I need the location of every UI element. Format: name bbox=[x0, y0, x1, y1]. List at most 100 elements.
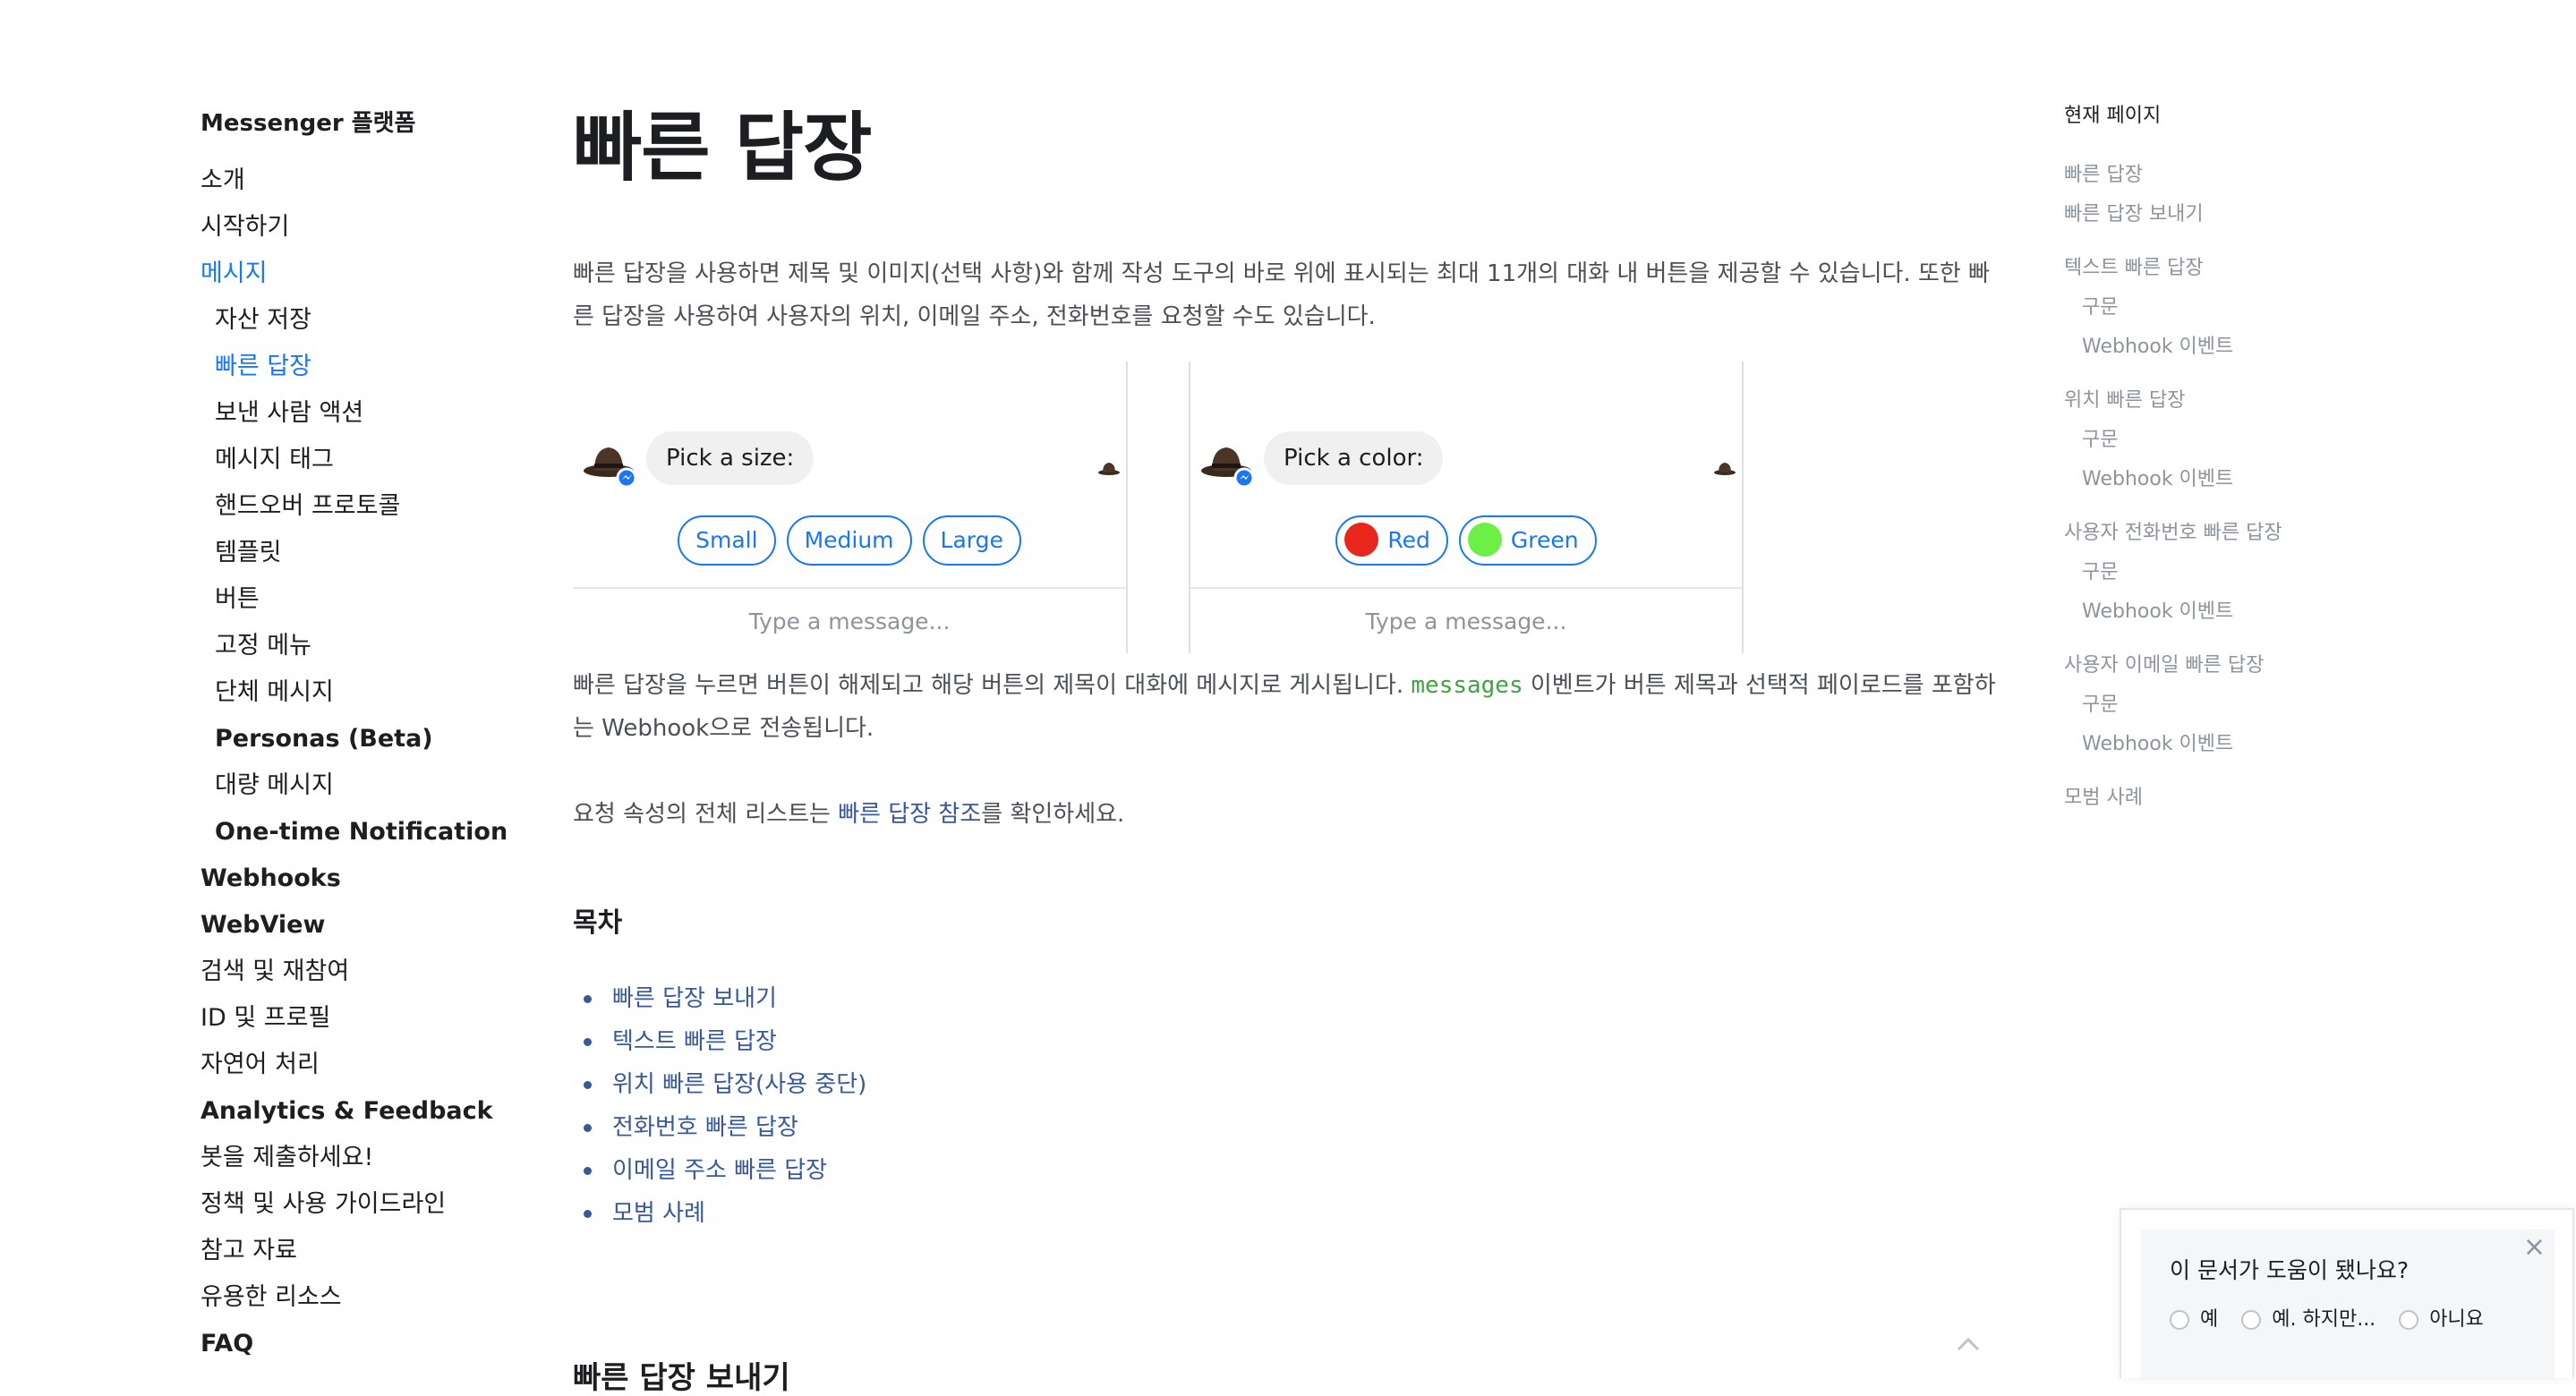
quick-replies-row: Red Green bbox=[1190, 515, 1742, 566]
sidebar-item[interactable]: 메시지 bbox=[200, 251, 550, 297]
sidebar-item[interactable]: 유용한 리소스 bbox=[200, 1274, 550, 1321]
bot-message-bubble: Pick a color: bbox=[1264, 431, 1444, 485]
bot-avatar-hat-icon bbox=[584, 447, 637, 489]
toc-item-link[interactable]: 이메일 주소 빠른 답장 bbox=[584, 1149, 2005, 1192]
sidebar-item[interactable]: FAQ bbox=[200, 1321, 550, 1367]
page-title: 빠른 답장 bbox=[573, 104, 872, 192]
quick-reply-reference-link[interactable]: 빠른 답장 참조 bbox=[838, 801, 981, 828]
sidebar-item[interactable]: 대량 메시지 bbox=[200, 762, 550, 809]
toc-title: 목차 bbox=[573, 907, 623, 939]
left-sidebar: Messenger 플랫폼 소개 시작하기 메시지 자산 저장 빠른 답장 보낸 사람 액… bbox=[200, 106, 550, 1367]
sidebar-item[interactable]: 정책 및 사용 가이드라인 bbox=[200, 1181, 550, 1228]
on-this-page-nav: 현재 페이지 빠른 답장 빠른 답장 보내기 텍스트 빠른 답장 구문 Webhook … bbox=[2064, 100, 2422, 818]
messages-code: messages bbox=[1411, 672, 1523, 699]
feedback-panel: × 이 문서가 도움이 됐나요? 예 예. 하지만... 아니요 bbox=[2141, 1230, 2555, 1380]
sidebar-item[interactable]: 빠른 답장 bbox=[200, 344, 550, 390]
on-this-page-item[interactable]: 빠른 답장 보내기 bbox=[2064, 195, 2422, 234]
feedback-widget: × 이 문서가 도움이 됐나요? 예 예. 하지만... 아니요 bbox=[2120, 1208, 2574, 1380]
demo-pick-size: Pick a size: Small Medium Large Type a mes… bbox=[573, 362, 1128, 653]
radio-button[interactable] bbox=[2399, 1310, 2419, 1330]
toc-item-link[interactable]: 전화번호 빠른 답장 bbox=[584, 1106, 2005, 1149]
color-swatch-icon bbox=[1467, 523, 1502, 557]
quick-reply-button[interactable]: Large bbox=[922, 515, 1021, 566]
on-this-page-item[interactable]: 구문 bbox=[2064, 685, 2422, 725]
after-demo-content: 빠른 답장을 누르면 버튼이 해제되고 해당 버튼의 제목이 대화에 메시지로 … bbox=[573, 664, 2005, 1235]
sidebar-item[interactable]: 자산 저장 bbox=[200, 297, 550, 344]
on-this-page-item[interactable]: Webhook 이벤트 bbox=[2064, 460, 2422, 499]
text-span: 를 확인하세요. bbox=[981, 801, 1125, 828]
on-this-page-list: 빠른 답장 빠른 답장 보내기 텍스트 빠른 답장 구문 Webhook 이벤트 위치 빠… bbox=[2064, 156, 2422, 818]
on-this-page-item[interactable]: 사용자 이메일 빠른 답장 bbox=[2064, 646, 2422, 685]
composer-input[interactable]: Type a message... bbox=[1190, 587, 1742, 655]
quick-reply-demos: Pick a size: Small Medium Large Type a mes… bbox=[573, 362, 1754, 653]
on-this-page-item[interactable]: Webhook 이벤트 bbox=[2064, 328, 2422, 367]
quick-reply-behavior-paragraph: 빠른 답장을 누르면 버튼이 해제되고 해당 버튼의 제목이 대화에 메시지로 … bbox=[573, 664, 2005, 750]
quick-reply-button[interactable]: Medium bbox=[786, 515, 912, 566]
quick-reply-label: Large bbox=[940, 527, 1003, 553]
quick-replies-row: Small Medium Large bbox=[573, 515, 1126, 566]
sidebar-item[interactable]: 핸드오버 프로토콜 bbox=[200, 483, 550, 530]
sidebar-item[interactable]: 자연어 처리 bbox=[200, 1042, 550, 1088]
intro-paragraph: 빠른 답장을 사용하면 제목 및 이미지(선택 사항)와 함께 작성 도구의 바… bbox=[573, 260, 1990, 330]
sidebar-item[interactable]: 단체 메시지 bbox=[200, 669, 550, 716]
quick-reply-button[interactable]: Red bbox=[1335, 515, 1448, 566]
chevron-up-icon[interactable] bbox=[1955, 1333, 1982, 1355]
sidebar-item[interactable]: 메시지 태그 bbox=[200, 437, 550, 483]
on-this-page-item[interactable]: 텍스트 빠른 답장 bbox=[2064, 249, 2422, 288]
sidebar-item[interactable]: 버튼 bbox=[200, 576, 550, 623]
feedback-option-label: 예 bbox=[2200, 1308, 2219, 1331]
feedback-question: 이 문서가 도움이 됐나요? bbox=[2170, 1257, 2410, 1283]
on-this-page-heading: 현재 페이지 bbox=[2064, 105, 2162, 127]
on-this-page-item[interactable]: 모범 사례 bbox=[2064, 779, 2422, 818]
on-this-page-item[interactable]: Webhook 이벤트 bbox=[2064, 592, 2422, 632]
toc-item-link[interactable]: 모범 사례 bbox=[584, 1192, 2005, 1235]
quick-reply-button[interactable]: Green bbox=[1458, 515, 1597, 566]
sidebar-item[interactable]: Personas (Beta) bbox=[200, 716, 550, 762]
radio-button[interactable] bbox=[2241, 1310, 2262, 1330]
quick-reply-label: Red bbox=[1387, 527, 1430, 553]
seen-hat-icon bbox=[1098, 463, 1120, 475]
on-this-page-item[interactable]: 구문 bbox=[2064, 288, 2422, 328]
on-this-page-item[interactable]: 사용자 전화번호 빠른 답장 bbox=[2064, 514, 2422, 553]
sidebar-item[interactable]: One-time Notification bbox=[200, 809, 550, 855]
quick-reply-button[interactable]: Small bbox=[678, 515, 776, 566]
feedback-options: 예 예. 하지만... 아니요 bbox=[2170, 1303, 2507, 1332]
main-content: 빠른 답장 빠른 답장을 사용하면 제목 및 이미지(선택 사항)와 함께 작성… bbox=[573, 89, 2005, 338]
color-swatch-icon bbox=[1344, 523, 1379, 557]
sidebar-item[interactable]: 봇을 제출하세요! bbox=[200, 1135, 550, 1181]
sidebar-item[interactable]: 시작하기 bbox=[200, 204, 550, 251]
on-this-page-item[interactable]: 위치 빠른 답장 bbox=[2064, 381, 2422, 421]
radio-button[interactable] bbox=[2170, 1310, 2189, 1330]
sidebar-item[interactable]: ID 및 프로필 bbox=[200, 995, 550, 1042]
feedback-option[interactable]: 예. 하지만... bbox=[2241, 1303, 2376, 1332]
toc-item-link[interactable]: 텍스트 빠른 답장 bbox=[584, 1020, 2005, 1063]
sidebar-heading[interactable]: Messenger 플랫폼 bbox=[200, 106, 550, 141]
on-this-page-item[interactable]: 구문 bbox=[2064, 421, 2422, 460]
sidebar-item[interactable]: 참고 자료 bbox=[200, 1228, 550, 1274]
quick-reply-label: Green bbox=[1510, 527, 1579, 553]
sidebar-item[interactable]: 검색 및 재참여 bbox=[200, 949, 550, 995]
toc-item-link[interactable]: 위치 빠른 답장(사용 중단) bbox=[584, 1063, 2005, 1106]
text-span: 요청 속성의 전체 리스트는 bbox=[573, 801, 839, 828]
sidebar-item[interactable]: WebView bbox=[200, 902, 550, 949]
sidebar-item[interactable]: 보낸 사람 액션 bbox=[200, 390, 550, 437]
sidebar-item[interactable]: Webhooks bbox=[200, 855, 550, 902]
sidebar-item[interactable]: Analytics & Feedback bbox=[200, 1088, 550, 1135]
sidebar-item[interactable]: 고정 메뉴 bbox=[200, 623, 550, 669]
on-this-page-item[interactable]: 빠른 답장 bbox=[2064, 156, 2422, 195]
toc-item-link[interactable]: 빠른 답장 보내기 bbox=[584, 977, 2005, 1020]
feedback-option-label: 예. 하지만... bbox=[2272, 1308, 2376, 1331]
feedback-option[interactable]: 아니요 bbox=[2399, 1303, 2484, 1332]
on-this-page-item[interactable]: Webhook 이벤트 bbox=[2064, 725, 2422, 764]
close-icon[interactable]: × bbox=[2523, 1231, 2546, 1263]
toc-list: 빠른 답장 보내기 텍스트 빠른 답장 위치 빠른 답장(사용 중단) 전화번호 빠른… bbox=[573, 977, 2005, 1235]
sidebar-item[interactable]: 템플릿 bbox=[200, 530, 550, 576]
feedback-option[interactable]: 예 bbox=[2170, 1303, 2218, 1332]
bot-message-bubble: Pick a size: bbox=[646, 431, 815, 485]
feedback-option-label: 아니요 bbox=[2429, 1308, 2484, 1331]
reference-paragraph: 요청 속성의 전체 리스트는 빠른 답장 참조를 확인하세요. bbox=[573, 793, 2005, 836]
on-this-page-item[interactable]: 구문 bbox=[2064, 553, 2422, 592]
sidebar-item[interactable]: 소개 bbox=[200, 157, 550, 204]
demo-pick-color: Pick a color: Red Green Type a message... bbox=[1189, 362, 1744, 653]
composer-input[interactable]: Type a message... bbox=[573, 587, 1126, 655]
